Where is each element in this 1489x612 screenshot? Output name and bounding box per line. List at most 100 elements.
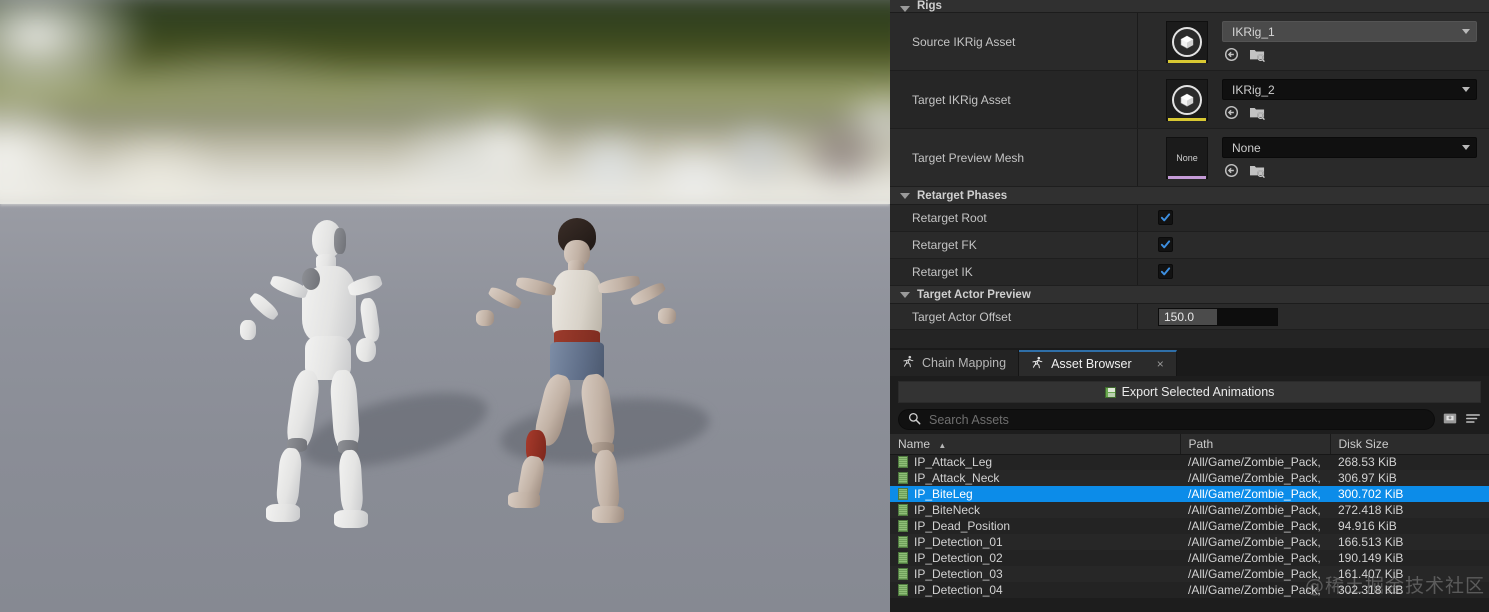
asset-list-body: IP_Attack_Leg/All/Game/Zombie_Pack, 268.5… [890, 454, 1489, 598]
cell-disk-size: 272.418 KiB [1338, 503, 1404, 517]
animation-asset-icon [898, 472, 908, 484]
cell-path: /All/Game/Zombie_Pack, [1188, 519, 1321, 533]
table-row[interactable]: IP_Attack_Leg/All/Game/Zombie_Pack, 268.5… [890, 454, 1489, 470]
cell-disk-size: 161.407 KiB [1338, 567, 1404, 581]
details-panel: Rigs Source IKRig Asset IKRig_1 Target I… [890, 0, 1489, 612]
section-title: Retarget Phases [917, 189, 1008, 202]
sort-ascending-icon: ▲ [938, 440, 947, 450]
table-row[interactable]: IP_Detection_04/All/Game/Zombie_Pack, 302… [890, 582, 1489, 598]
target-actor-offset-value: 150.0 [1159, 309, 1217, 325]
cell-name: IP_Detection_04 [890, 582, 1180, 598]
unreal-ik-retargeter-window: Rigs Source IKRig Asset IKRig_1 Target I… [0, 0, 1489, 612]
cell-disk-size: 306.97 KiB [1338, 471, 1397, 485]
expander-triangle-icon [900, 291, 910, 298]
section-header-rigs[interactable]: Rigs [890, 0, 1489, 13]
target-actor-offset-input[interactable]: 150.0 [1158, 308, 1278, 326]
section-header-retarget-phases[interactable]: Retarget Phases [890, 187, 1489, 205]
browse-to-asset-icon[interactable] [1224, 47, 1239, 65]
source-mannequin-character [240, 220, 450, 560]
target-ikrig-dropdown[interactable]: IKRig_2 [1222, 79, 1477, 100]
search-assets-box[interactable] [898, 409, 1435, 430]
cell-disk-size: 300.702 KiB [1338, 487, 1404, 501]
runner-icon [1031, 356, 1044, 372]
label-target-actor-offset: Target Actor Offset [890, 304, 1138, 329]
table-row[interactable]: IP_BiteNeck/All/Game/Zombie_Pack, 272.418… [890, 502, 1489, 518]
table-row[interactable]: IP_BiteLeg/All/Game/Zombie_Pack, 300.702 … [890, 486, 1489, 502]
thumbnail-accent-bar [1168, 176, 1206, 179]
chevron-down-icon [1462, 87, 1470, 92]
table-row[interactable]: IP_Attack_Neck/All/Game/Zombie_Pack, 306.… [890, 470, 1489, 486]
table-row[interactable]: IP_Detection_02/All/Game/Zombie_Pack, 190… [890, 550, 1489, 566]
cell-path: /All/Game/Zombie_Pack, [1188, 535, 1321, 549]
find-in-content-browser-icon[interactable] [1249, 105, 1266, 123]
label-source-ikrig-asset: Source IKRig Asset [890, 13, 1138, 70]
find-in-content-browser-icon[interactable] [1249, 47, 1266, 65]
column-header-name[interactable]: Name ▲ [890, 434, 1181, 455]
browse-to-asset-icon[interactable] [1224, 105, 1239, 123]
target-ikrig-thumbnail[interactable] [1166, 79, 1208, 121]
asset-browser-dock: Chain Mapping Asset Browser × Export Sel… [890, 348, 1489, 612]
target-preview-mesh-thumbnail[interactable]: None [1166, 137, 1208, 179]
checkbox-retarget-fk[interactable] [1158, 237, 1173, 252]
label-retarget-fk: Retarget FK [890, 232, 1138, 258]
hdri-background [0, 0, 890, 219]
section-title: Target Actor Preview [917, 288, 1031, 301]
target-zombie-character [476, 218, 690, 568]
cell-path: /All/Game/Zombie_Pack, [1188, 471, 1321, 485]
cell-name: IP_Attack_Neck [890, 470, 1180, 486]
save-icon [1104, 386, 1116, 398]
viewport-3d-preview[interactable] [0, 0, 890, 612]
source-ikrig-thumbnail[interactable] [1166, 21, 1208, 63]
cell-disk-size: 268.53 KiB [1338, 455, 1397, 470]
none-thumbnail-label: None [1176, 153, 1198, 163]
animation-asset-icon [898, 488, 908, 500]
row-retarget-ik: Retarget IK [890, 259, 1489, 286]
row-source-ikrig-asset: Source IKRig Asset IKRig_1 [890, 13, 1489, 71]
horizon-line [0, 202, 890, 207]
settings-list-icon[interactable] [1465, 411, 1485, 429]
checkbox-retarget-root[interactable] [1158, 210, 1173, 225]
checkbox-retarget-ik[interactable] [1158, 264, 1173, 279]
expander-triangle-icon [900, 6, 910, 12]
cell-name: IP_Detection_03 [890, 566, 1180, 582]
thumbnail-accent-bar [1168, 118, 1206, 121]
close-icon[interactable]: × [1157, 357, 1164, 371]
row-retarget-fk: Retarget FK [890, 232, 1489, 259]
table-row[interactable]: IP_Detection_01/All/Game/Zombie_Pack, 166… [890, 534, 1489, 550]
tab-asset-browser[interactable]: Asset Browser × [1019, 350, 1177, 376]
table-row[interactable]: IP_Dead_Position/All/Game/Zombie_Pack, 94… [890, 518, 1489, 534]
export-button-label: Export Selected Animations [1121, 385, 1275, 399]
target-preview-mesh-dropdown[interactable]: None [1222, 137, 1477, 158]
cube-asset-icon [1172, 85, 1202, 115]
animation-asset-icon [898, 536, 908, 548]
search-icon [908, 412, 921, 428]
animation-asset-icon [898, 568, 908, 580]
dock-tabstrip: Chain Mapping Asset Browser × [890, 348, 1489, 376]
table-row[interactable]: IP_Detection_03/All/Game/Zombie_Pack, 161… [890, 566, 1489, 582]
spinner-track[interactable] [1217, 309, 1277, 325]
column-header-path[interactable]: Path [1180, 434, 1331, 455]
chevron-down-icon [1462, 29, 1470, 34]
search-assets-input[interactable] [929, 412, 1434, 427]
cell-disk-size: 166.513 KiB [1338, 535, 1404, 549]
find-in-content-browser-icon[interactable] [1249, 163, 1266, 181]
source-ikrig-dropdown[interactable]: IKRig_1 [1222, 21, 1477, 42]
animation-asset-icon [898, 584, 908, 596]
label-target-ikrig-asset: Target IKRig Asset [890, 71, 1138, 128]
export-selected-animations-button[interactable]: Export Selected Animations [898, 381, 1481, 403]
save-all-icon[interactable] [1442, 411, 1458, 429]
runner-icon [902, 355, 915, 371]
cell-name: IP_Detection_02 [890, 550, 1180, 566]
target-ikrig-value: IKRig_2 [1232, 82, 1275, 97]
asset-list-table: Name ▲ Path Disk Size IP_Attack_Leg/All/… [890, 434, 1489, 598]
tab-chain-mapping[interactable]: Chain Mapping [890, 350, 1020, 376]
browse-to-asset-icon[interactable] [1224, 163, 1239, 181]
column-header-disk-size[interactable]: Disk Size [1330, 434, 1489, 455]
expander-triangle-icon [900, 192, 910, 199]
section-header-target-actor-preview[interactable]: Target Actor Preview [890, 286, 1489, 304]
label-target-preview-mesh: Target Preview Mesh [890, 129, 1138, 186]
thumbnail-accent-bar [1168, 60, 1206, 63]
cell-path: /All/Game/Zombie_Pack, [1188, 567, 1321, 581]
animation-asset-icon [898, 520, 908, 532]
cell-path: /All/Game/Zombie_Pack, [1188, 455, 1321, 470]
